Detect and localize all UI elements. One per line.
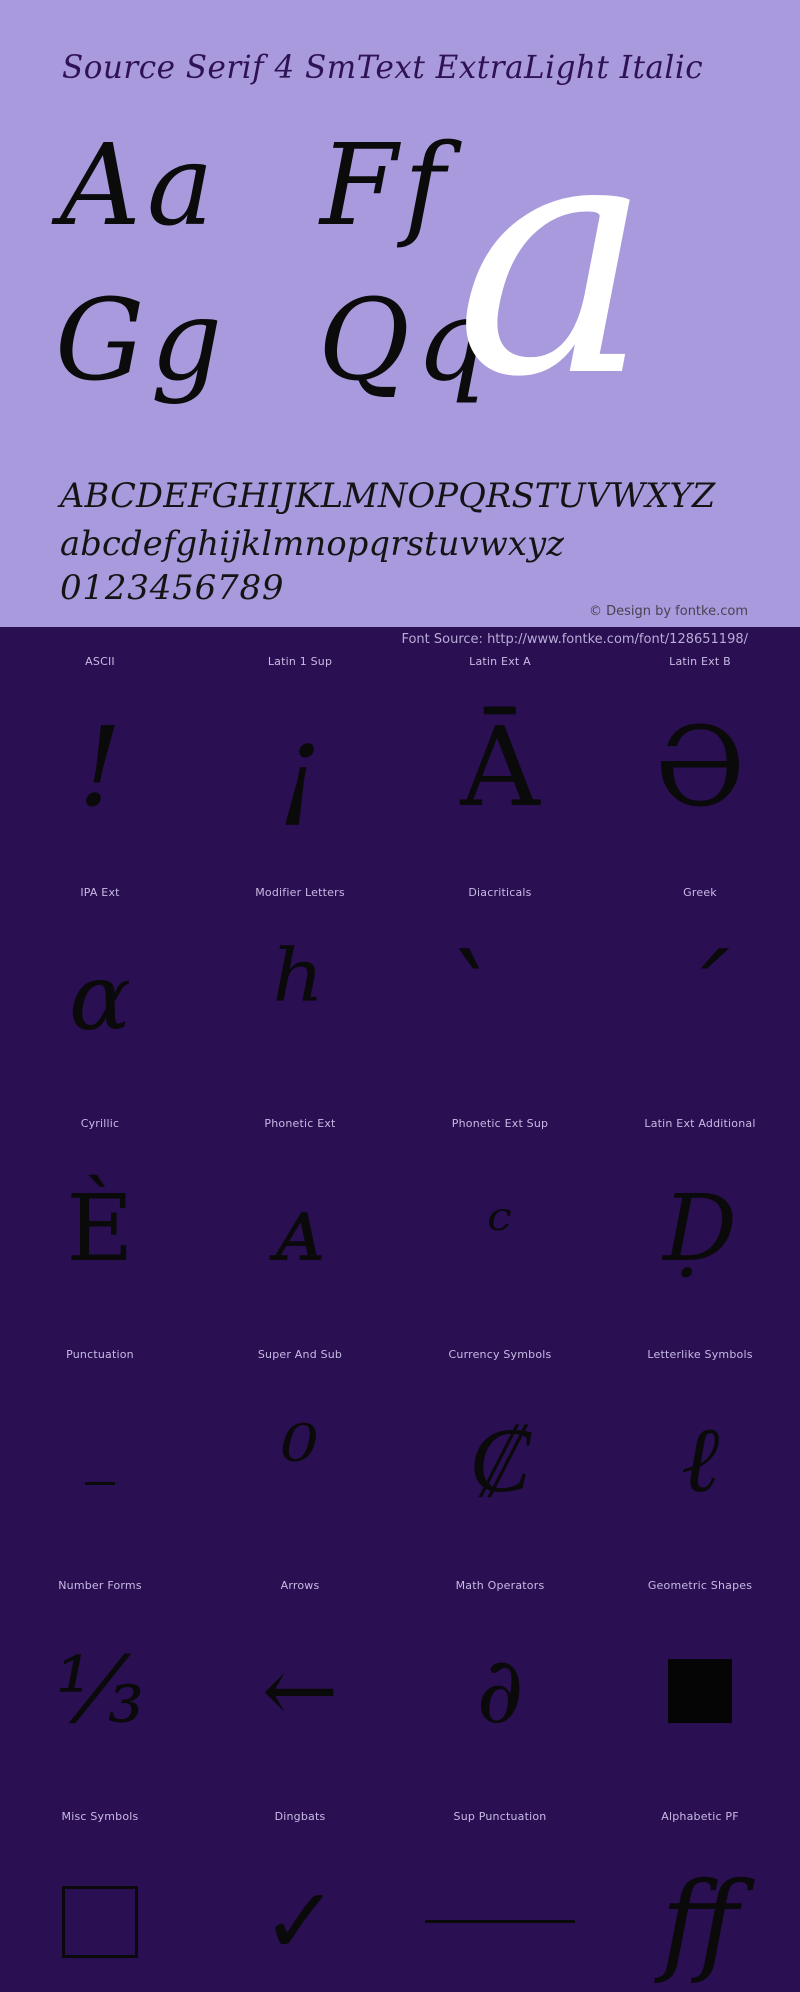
- digit-sample: 0123456789: [60, 568, 285, 608]
- block-label: Latin Ext Additional: [644, 1117, 756, 1130]
- block-cell-diacriticals[interactable]: Diacriticals ̀: [400, 886, 600, 1117]
- block-label: Cyrillic: [80, 1117, 120, 1130]
- block-glyph: [0, 1834, 200, 1992]
- block-cell-arrows[interactable]: Arrows ←: [200, 1579, 400, 1810]
- block-label: Number Forms: [58, 1579, 142, 1592]
- block-cell-modifier-letters[interactable]: Modifier Letters ʰ: [200, 886, 400, 1117]
- dash-glyph: [85, 1482, 115, 1485]
- block-row: IPA Ext ɑ Modifier Letters ʰ Diacritical…: [0, 886, 800, 1117]
- block-label: Currency Symbols: [448, 1348, 552, 1361]
- block-glyph: ɑ: [68, 943, 132, 1051]
- block-label: Dingbats: [274, 1810, 326, 1823]
- block-cell-ipa-ext[interactable]: IPA Ext ɑ: [0, 886, 200, 1117]
- block-glyph: ∂: [476, 1636, 524, 1744]
- filled-square-icon: [668, 1658, 732, 1723]
- design-credit: © Design by fontke.com: [588, 604, 748, 619]
- block-row: Punctuation Super And Sub ⁰ Currency Sym…: [0, 1348, 800, 1579]
- block-label: Arrows: [280, 1579, 320, 1592]
- block-glyph: ̀: [400, 910, 600, 1085]
- block-label: IPA Ext: [80, 886, 120, 899]
- block-glyph: ←: [261, 1636, 339, 1744]
- block-label: Latin Ext B: [669, 655, 731, 668]
- block-label: Phonetic Ext Sup: [451, 1117, 549, 1130]
- block-label: Modifier Letters: [255, 886, 345, 899]
- block-label: Diacriticals: [468, 886, 532, 899]
- block-glyph: !: [77, 702, 123, 831]
- block-cell-cyrillic[interactable]: Cyrillic Ѐ: [0, 1117, 200, 1348]
- alphabet-uppercase: ABCDEFGHIJKLMNOPQRSTUVWXYZ: [60, 476, 716, 516]
- source-bar: Font Source: http://www.fontke.com/font/…: [0, 627, 800, 655]
- block-cell-phonetic-ext-sup[interactable]: Phonetic Ext Sup ᶜ: [400, 1117, 600, 1348]
- block-label: Greek: [683, 886, 717, 899]
- block-glyph: ⁰: [281, 1405, 319, 1513]
- block-label: Math Operators: [455, 1579, 545, 1592]
- hollow-square-icon: [62, 1885, 138, 1958]
- font-source-link[interactable]: Font Source: http://www.fontke.com/font/…: [401, 632, 748, 647]
- block-glyph: ✓: [261, 1867, 339, 1975]
- block-cell-geometric-shapes[interactable]: Geometric Shapes: [600, 1579, 800, 1810]
- unicode-block-grid: ASCII ! Latin 1 Sup ¡ Latin Ext A Ā Lati…: [0, 655, 800, 1992]
- block-glyph: [0, 1372, 200, 1547]
- block-glyph: Ə: [654, 702, 746, 831]
- block-label: Phonetic Ext: [264, 1117, 336, 1130]
- block-cell-latin-1-sup[interactable]: Latin 1 Sup ¡: [200, 655, 400, 886]
- block-glyph: [400, 1834, 600, 1992]
- block-glyph: ₡: [469, 1405, 531, 1513]
- letter-pair-aa: Aa: [60, 121, 220, 251]
- block-cell-ascii[interactable]: ASCII !: [0, 655, 200, 886]
- block-cell-phonetic-ext[interactable]: Phonetic Ext ᴀ: [200, 1117, 400, 1348]
- font-specimen-page: Source Serif 4 SmText ExtraLight Italic …: [0, 0, 800, 1992]
- block-glyph: ᶜ: [487, 1187, 513, 1270]
- block-label: Alphabetic PF: [661, 1810, 739, 1823]
- letter-pair-showcase: Aa Ff Gg Qq a: [0, 92, 800, 450]
- block-cell-number-forms[interactable]: Number Forms ⅓: [0, 1579, 200, 1810]
- block-cell-latin-ext-a[interactable]: Latin Ext A Ā: [400, 655, 600, 886]
- block-label: Punctuation: [66, 1348, 134, 1361]
- block-cell-punctuation[interactable]: Punctuation: [0, 1348, 200, 1579]
- block-cell-misc-symbols[interactable]: Misc Symbols: [0, 1810, 200, 1992]
- block-row: Cyrillic Ѐ Phonetic Ext ᴀ Phonetic Ext S…: [0, 1117, 800, 1348]
- block-label: Sup Punctuation: [453, 1810, 547, 1823]
- block-glyph: Ѐ: [66, 1174, 134, 1282]
- alphabet-lowercase: abcdefghijklmnopqrstuvwxyz: [60, 524, 565, 564]
- block-row: Misc Symbols Dingbats ✓ Sup Punctuation …: [0, 1810, 800, 1992]
- letter-pair-ff: Ff: [320, 121, 452, 251]
- block-cell-sup-punctuation[interactable]: Sup Punctuation: [400, 1810, 600, 1992]
- block-cell-currency-symbols[interactable]: Currency Symbols ₡: [400, 1348, 600, 1579]
- block-glyph: [600, 1603, 800, 1778]
- block-cell-math-operators[interactable]: Math Operators ∂: [400, 1579, 600, 1810]
- block-cell-dingbats[interactable]: Dingbats ✓: [200, 1810, 400, 1992]
- block-glyph: Ḍ: [663, 1174, 737, 1282]
- block-cell-letterlike-symbols[interactable]: Letterlike Symbols ℓ: [600, 1348, 800, 1579]
- block-cell-alphabetic-pf[interactable]: Alphabetic PF ﬀ: [600, 1810, 800, 1992]
- block-glyph: ⅓: [55, 1636, 145, 1744]
- block-glyph: ΄: [672, 933, 728, 1062]
- block-glyph: Ā: [460, 702, 540, 831]
- block-glyph: ℓ: [680, 1405, 720, 1513]
- hero-panel: Source Serif 4 SmText ExtraLight Italic …: [0, 0, 800, 627]
- block-cell-super-and-sub[interactable]: Super And Sub ⁰: [200, 1348, 400, 1579]
- block-row: ASCII ! Latin 1 Sup ¡ Latin Ext A Ā Lati…: [0, 655, 800, 886]
- block-cell-latin-ext-b[interactable]: Latin Ext B Ə: [600, 655, 800, 886]
- block-label: Letterlike Symbols: [647, 1348, 753, 1361]
- block-label: Latin Ext A: [469, 655, 531, 668]
- block-glyph: ¡: [277, 702, 323, 831]
- block-row: Number Forms ⅓ Arrows ← Math Operators ∂…: [0, 1579, 800, 1810]
- feature-glyph: a: [455, 65, 652, 449]
- block-label: Misc Symbols: [61, 1810, 139, 1823]
- block-glyph: ﬀ: [661, 1857, 739, 1986]
- block-label: ASCII: [85, 655, 115, 668]
- letter-pair-gg: Gg: [55, 276, 229, 406]
- block-cell-greek[interactable]: Greek ΄: [600, 886, 800, 1117]
- block-cell-latin-ext-additional[interactable]: Latin Ext Additional Ḍ: [600, 1117, 800, 1348]
- block-glyph: ʰ: [271, 921, 329, 1074]
- block-label: Super And Sub: [257, 1348, 343, 1361]
- block-label: Geometric Shapes: [647, 1579, 753, 1592]
- long-dash-icon: [425, 1920, 575, 1923]
- block-label: Latin 1 Sup: [267, 655, 333, 668]
- block-glyph: ᴀ: [274, 1174, 326, 1282]
